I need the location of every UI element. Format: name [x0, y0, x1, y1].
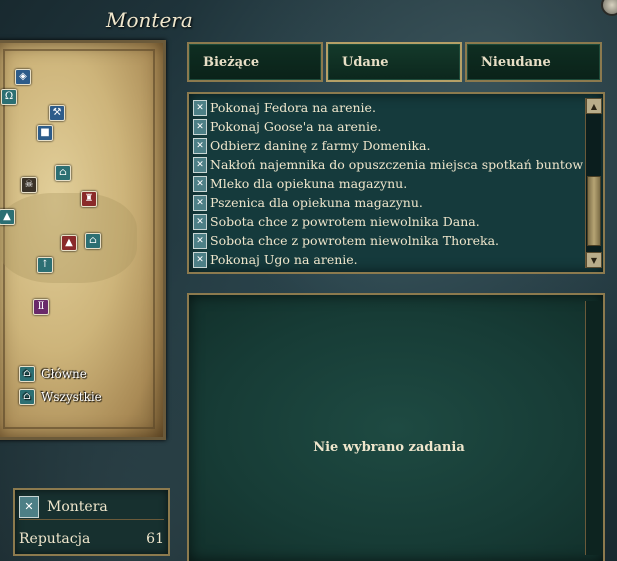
quest-title: Pokonaj Ugo na arenie. [210, 252, 358, 267]
legend-all[interactable]: ⌂ Wszystkie [19, 388, 102, 406]
windmill-icon: ✕ [193, 194, 207, 211]
list-item[interactable]: ✕ Pokonaj Ugo na arenie. [193, 250, 583, 269]
no-quest-selected-text: Nie wybrano zadania [313, 440, 465, 455]
legend-all-icon: ⌂ [19, 389, 35, 405]
map-marker-tower-icon[interactable]: ▲ [0, 209, 15, 225]
windmill-icon: ✕ [193, 156, 207, 173]
windmill-icon: ✕ [193, 175, 207, 192]
legend-main-icon: ⌂ [19, 366, 35, 382]
list-item[interactable]: ✕ Sobota chce z powrotem niewolnika Thor… [193, 231, 583, 250]
reputation-panel: ✕ Montera Reputacja 61 [13, 488, 170, 556]
windmill-icon: ✕ [193, 118, 207, 135]
map-marker-camp-icon[interactable]: ▲ [61, 235, 77, 251]
quest-title: Pokonaj Goose'a na arenie. [210, 119, 382, 134]
quest-list-scrollbar[interactable]: ▲ ▼ [585, 98, 602, 268]
map-marker-shield-icon[interactable]: ■ [37, 125, 53, 141]
list-item[interactable]: ✕ Mleko dla opiekuna magazynu. [193, 174, 583, 193]
quest-description-panel[interactable]: Nie wybrano zadania [187, 293, 605, 561]
map-marker-temple-icon[interactable]: Ⅱ [33, 299, 49, 315]
legend-all-label: Wszystkie [41, 390, 102, 404]
map-marker-arena-icon[interactable]: ⌂ [85, 233, 101, 249]
tab-failed[interactable]: Nieudane [465, 42, 602, 82]
list-item[interactable]: ✕ Nakłoń najemnika do opuszczenia miejsc… [193, 155, 583, 174]
region-title: Montera [106, 8, 193, 32]
map-marker-gate-icon[interactable]: ⌂ [55, 165, 71, 181]
faction-name: Montera [47, 498, 108, 515]
description-scrollbar[interactable] [585, 301, 601, 555]
windmill-icon: ✕ [19, 495, 39, 518]
quest-list[interactable]: ✕ Pokonaj Fedora na arenie. ✕ Pokonaj Go… [187, 92, 605, 274]
quest-title: Pszenica dla opiekuna magazynu. [210, 195, 423, 210]
windmill-icon: ✕ [193, 232, 207, 249]
reputation-faction: ✕ Montera [19, 494, 164, 520]
reputation-label: Reputacja [19, 531, 91, 547]
reputation-row: Reputacja 61 [19, 528, 164, 550]
windmill-icon: ✕ [193, 251, 207, 268]
list-item[interactable]: ✕ Odbierz daninę z farmy Domenika. [193, 136, 583, 155]
quest-title: Pokonaj Fedora na arenie. [210, 100, 376, 115]
list-item[interactable]: ✕ Pszenica dla opiekuna magazynu. [193, 193, 583, 212]
quest-title: Sobota chce z powrotem niewolnika Thorek… [210, 233, 500, 248]
list-item[interactable]: ✕ Pokonaj Fedora na arenie. [193, 98, 583, 117]
quest-title: Mleko dla opiekuna magazynu. [210, 176, 408, 191]
reputation-value: 61 [146, 531, 164, 547]
map-marker-castle-icon[interactable]: ♜ [81, 191, 97, 207]
map-marker-shrine-icon[interactable]: ◈ [15, 69, 31, 85]
map-marker-farm-icon[interactable]: ↑ [37, 257, 53, 273]
windmill-icon: ✕ [193, 99, 207, 116]
quest-title: Nakłoń najemnika do opuszczenia miejsca … [210, 157, 583, 172]
corner-ornament-icon [601, 0, 617, 16]
arrow-down-icon[interactable]: ▼ [586, 252, 602, 268]
arrow-up-icon[interactable]: ▲ [586, 98, 602, 114]
windmill-icon: ✕ [193, 213, 207, 230]
tab-completed[interactable]: Udane [326, 42, 462, 82]
list-item[interactable]: ✕ Pokonaj Goose'a na arenie. [193, 117, 583, 136]
legend-main[interactable]: ⌂ Główne [19, 365, 87, 383]
region-map[interactable]: ◈ Ω ⚒ ■ ⌂ ☠ ♜ ▲ ▲ ⌂ ↑ Ⅱ ⌂ Główne ⌂ Wszys… [0, 40, 166, 440]
map-marker-skull-icon[interactable]: ☠ [21, 177, 37, 193]
map-marker-hammer-icon[interactable]: ⚒ [49, 105, 65, 121]
scroll-thumb[interactable] [587, 176, 601, 246]
tab-current[interactable]: Bieżące [187, 42, 323, 82]
legend-main-label: Główne [41, 367, 87, 381]
list-item[interactable]: ✕ Sobota chce z powrotem niewolnika Dana… [193, 212, 583, 231]
quest-title: Odbierz daninę z farmy Domenika. [210, 138, 431, 153]
quest-title: Sobota chce z powrotem niewolnika Dana. [210, 214, 480, 229]
map-marker-anchor-icon[interactable]: Ω [1, 89, 17, 105]
windmill-icon: ✕ [193, 137, 207, 154]
